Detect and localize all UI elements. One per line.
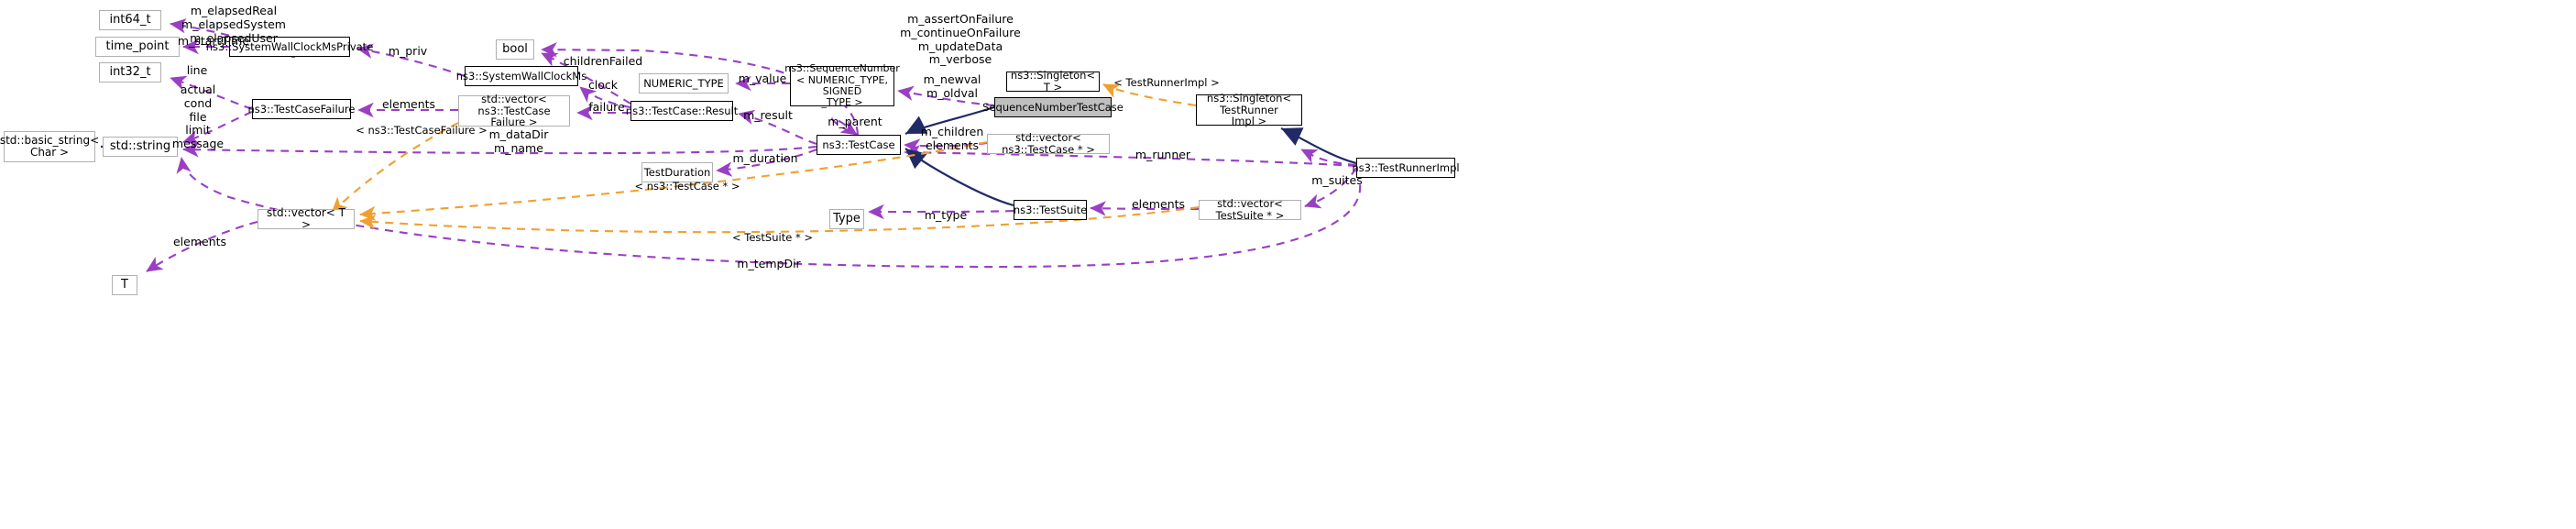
node-label: std::basic_string< Char > [0,133,100,159]
edge-label-newval-oldval: m_newval m_oldval [916,72,988,101]
label-text: < TestSuite * > [731,231,813,244]
node-label: std::string [109,138,171,153]
node-ns3-testsuite[interactable]: ns3::TestSuite [1014,200,1087,220]
node-sequencenumbertestcase[interactable]: SequenceNumberTestCase [982,97,1124,117]
node-ns3-testcasefailure[interactable]: ns3::TestCaseFailure [248,99,356,119]
edge-label-m-result: m_result [738,108,798,123]
edge-label-childrenfailed: childrenFailed [557,54,649,69]
label-text: elements [381,97,436,111]
node-int32-t[interactable]: int32_t [99,62,161,83]
node-label: ns3::TestCaseFailure [247,102,356,116]
edge-label-tpl-testrunnerimpl: < TestRunnerImpl > [1112,76,1222,90]
node-label: ns3::TestSuite [1013,203,1088,216]
edge-label-tpl-testcase-ptr: < ns3::TestCase * > [630,180,744,193]
edge-label-elements-suite: elements [1125,197,1191,212]
node-ns3-singleton-testrunnerimpl[interactable]: ns3::Singleton< TestRunner Impl > [1196,91,1302,128]
node-type[interactable]: Type [829,209,864,229]
node-std-vector-testcasefailure[interactable]: std::vector< ns3::TestCase Failure > [458,93,570,128]
edge-label-actual-group: actual cond file limit message [168,83,228,151]
edge-label-tpl-testcasefailure: < ns3::TestCaseFailure > [354,124,489,138]
label-text: m_duration [732,151,798,165]
node-ns3-singleton-t[interactable]: ns3::Singleton< T > [1006,69,1100,94]
label-text: failure [588,100,625,114]
label-text: elements [172,235,227,248]
node-label: Type [833,211,860,226]
edge-label-tpl-testsuite-ptr: < TestSuite * > [727,231,818,245]
edge-label-m-duration: m_duration [729,151,802,166]
label-text: elements [1131,197,1186,211]
node-std-string[interactable]: std::string [103,137,178,157]
label-text: m_children elements [920,125,984,152]
label-text: m_startTime [177,34,250,48]
node-numeric-type[interactable]: NUMERIC_TYPE [639,73,729,94]
label-text: < ns3::TestCase * > [634,180,740,193]
edge-label-m-starttime: m_startTime [163,34,264,49]
node-ns3-testcase-result[interactable]: ns3::TestCase::Result [626,101,738,121]
edge-label-m-tempdir: m_tempDir [733,257,805,271]
node-label: T [121,277,128,292]
edge-label-m-type: m_type [918,208,973,223]
node-bool[interactable]: bool [496,39,534,60]
label-text: actual cond file limit message [171,83,225,150]
edge-label-m-datadir: m_dataDir m_name [486,127,552,156]
edge-label-m-priv: m_priv [380,44,435,59]
node-label: ns3::SequenceNumber < NUMERIC_TYPE, SIGN… [784,62,900,109]
label-text: m_parent [828,115,882,128]
node-label: ns3::Singleton< TestRunner Impl > [1206,91,1292,128]
node-label: int32_t [109,64,151,79]
node-ns3-sequencenumber[interactable]: ns3::SequenceNumber < NUMERIC_TYPE, SIGN… [784,63,900,108]
collaboration-diagram: int64_t time_point int32_t std::basic_st… [0,0,2576,529]
node-std-vector-testcase-ptr[interactable]: std::vector< ns3::TestCase * > [987,131,1110,156]
node-label: std::vector< T > [267,205,345,231]
edge-label-m-runner: m_runner [1130,148,1196,162]
node-std-vector-t[interactable]: std::vector< T > [258,205,355,231]
node-label: bool [502,41,528,56]
node-label: ns3::TestCase [822,138,895,151]
node-label: ns3::TestCase::Result [625,104,739,117]
edge-label-failure: failure [581,100,632,115]
label-text: < TestRunnerImpl > [1113,76,1220,89]
label-text: line [186,63,208,77]
edge-label-clock: clock [579,78,627,93]
label-text: m_type [924,208,968,222]
label-text: m_newval m_oldval [923,72,981,100]
edge-label-m-suites: m_suites [1306,173,1368,188]
node-ns3-systemwallclockms[interactable]: ns3::SystemWallClockMs [456,66,586,86]
node-label: ns3::Singleton< T > [1010,69,1096,94]
label-text: m_priv [388,44,428,58]
label-text: m_result [743,108,793,122]
node-label: SequenceNumberTestCase [982,100,1124,114]
node-label: int64_t [109,12,151,27]
edge-label-line: line [170,63,225,78]
edge-label-m-value: m_value [730,72,795,86]
node-label: ns3::TestRunnerImpl [1352,160,1460,174]
node-label: TestDuration [643,165,711,179]
edge-label-elements-tcf: elements [376,97,442,112]
edge-label-assert-group: m_assertOnFailure m_continueOnFailure m_… [880,12,1041,67]
label-text: m_suites [1311,173,1363,187]
edge-label-m-children: m_children elements [916,125,988,153]
node-ns3-testrunnerimpl[interactable]: ns3::TestRunnerImpl [1352,158,1460,178]
label-text: m_assertOnFailure m_continueOnFailure m_… [900,12,1021,67]
node-std-vector-testsuite-ptr[interactable]: std::vector< TestSuite * > [1199,197,1301,222]
label-text: m_runner [1135,148,1191,161]
label-text: clock [587,78,619,92]
node-int64-t[interactable]: int64_t [99,10,161,30]
node-std-basic-string[interactable]: std::basic_string< Char > [0,131,99,162]
label-text: m_value [738,72,787,85]
node-ns3-testcase[interactable]: ns3::TestCase [817,135,901,155]
label-text: m_tempDir [737,257,801,270]
label-text: childrenFailed [563,54,643,68]
label-text: < ns3::TestCaseFailure > [356,124,488,137]
edge-layer [101,18,1362,272]
node-label: std::vector< ns3::TestCase * > [1002,131,1095,156]
node-label: std::vector< TestSuite * > [1215,197,1285,222]
edge-label-elements-t: elements [167,235,233,249]
node-label: ns3::SystemWallClockMs [455,69,587,83]
node-t[interactable]: T [112,275,137,295]
edge-label-m-parent: m_parent [823,115,887,129]
label-text: m_dataDir m_name [488,127,549,155]
node-label: NUMERIC_TYPE [643,76,724,90]
